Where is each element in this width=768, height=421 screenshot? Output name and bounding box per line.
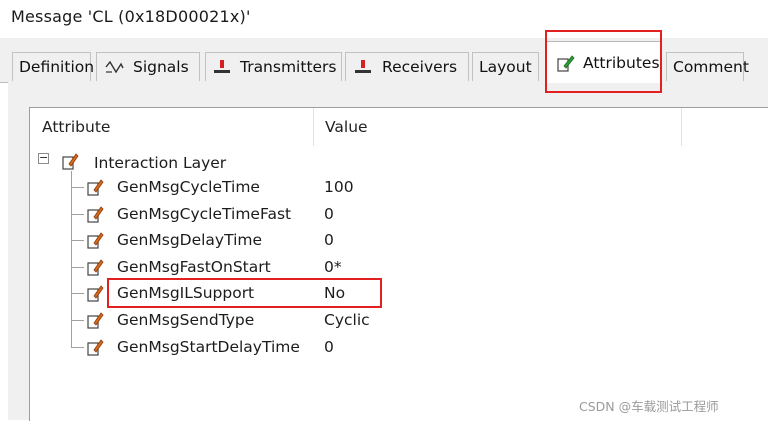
column-separator[interactable]	[681, 108, 682, 146]
attribute-row[interactable]: GenMsgStartDelayTime	[86, 337, 300, 361]
group-label: Interaction Layer	[93, 154, 227, 172]
tab-receivers[interactable]: Receivers	[345, 52, 469, 81]
highlight-ilsupport-row	[107, 278, 382, 308]
tab-layout[interactable]: Layout	[472, 52, 539, 81]
attribute-name: GenMsgStartDelayTime	[117, 338, 300, 356]
attribute-row[interactable]: GenMsgCycleTime	[86, 177, 260, 201]
attribute-value[interactable]: 0	[324, 205, 334, 223]
attribute-name: GenMsgCycleTimeFast	[117, 205, 292, 223]
attribute-row[interactable]: GenMsgDelayTime	[86, 230, 262, 254]
tree-branch	[71, 240, 84, 241]
column-header-value[interactable]: Value	[313, 108, 681, 146]
tree-branch	[71, 187, 84, 188]
attribute-pencil-icon	[86, 283, 104, 307]
highlight-attributes-tab	[545, 30, 662, 93]
tab-label: Transmitters	[240, 58, 337, 76]
attribute-pencil-icon	[86, 337, 104, 361]
group-row-interaction-layer[interactable]: Interaction Layer	[61, 151, 226, 175]
tab-label: Layout	[479, 58, 532, 76]
attribute-row[interactable]: GenMsgFastOnStart	[86, 257, 271, 281]
receiver-icon	[352, 58, 374, 76]
tab-label: Receivers	[382, 58, 458, 76]
tree-branch	[71, 347, 84, 348]
attribute-pencil-icon	[86, 204, 104, 228]
tab-signals[interactable]: Signals	[96, 52, 200, 81]
attribute-value[interactable]: 0	[324, 231, 334, 249]
tree-branch	[71, 293, 84, 294]
tab-comment[interactable]: Comment	[666, 52, 749, 81]
attribute-row[interactable]: GenMsgCycleTimeFast	[86, 204, 291, 228]
attribute-value[interactable]: Cyclic	[324, 311, 370, 329]
attribute-pencil-icon	[86, 257, 104, 281]
attribute-pencil-icon	[61, 151, 79, 175]
signals-icon	[103, 58, 125, 76]
attribute-pencil-icon	[86, 310, 104, 334]
attribute-name: GenMsgCycleTime	[117, 178, 260, 196]
tab-transmitters[interactable]: Transmitters	[205, 52, 342, 81]
tab-definition[interactable]: Definition	[12, 52, 95, 81]
attribute-value[interactable]: 100	[324, 178, 354, 196]
attribute-row[interactable]: GenMsgSendType	[86, 310, 254, 334]
transmitter-icon	[212, 58, 232, 76]
attribute-name: GenMsgDelayTime	[117, 231, 263, 249]
watermark: CSDN @车载测试工程师	[579, 399, 719, 414]
attribute-pencil-icon	[86, 177, 104, 201]
attribute-name: GenMsgSendType	[117, 311, 255, 329]
tree-branch	[71, 214, 84, 215]
collapse-toggle[interactable]: −	[38, 152, 49, 164]
attribute-row[interactable]: GenMsgILSupport	[86, 283, 254, 307]
attribute-value[interactable]: 0*	[324, 258, 342, 276]
tab-label: Signals	[133, 58, 189, 76]
attribute-value[interactable]: 0	[324, 338, 334, 356]
tree-line	[71, 171, 72, 348]
column-header-attribute[interactable]: Attribute	[30, 108, 313, 146]
tab-label: Comment	[673, 58, 749, 76]
tab-label: Definition	[19, 58, 95, 76]
window-title: Message 'CL (0x18D00021x)'	[11, 7, 251, 26]
tree-branch	[71, 320, 84, 321]
attribute-name: GenMsgFastOnStart	[117, 258, 271, 276]
tree-branch	[71, 267, 84, 268]
attribute-pencil-icon	[86, 230, 104, 254]
